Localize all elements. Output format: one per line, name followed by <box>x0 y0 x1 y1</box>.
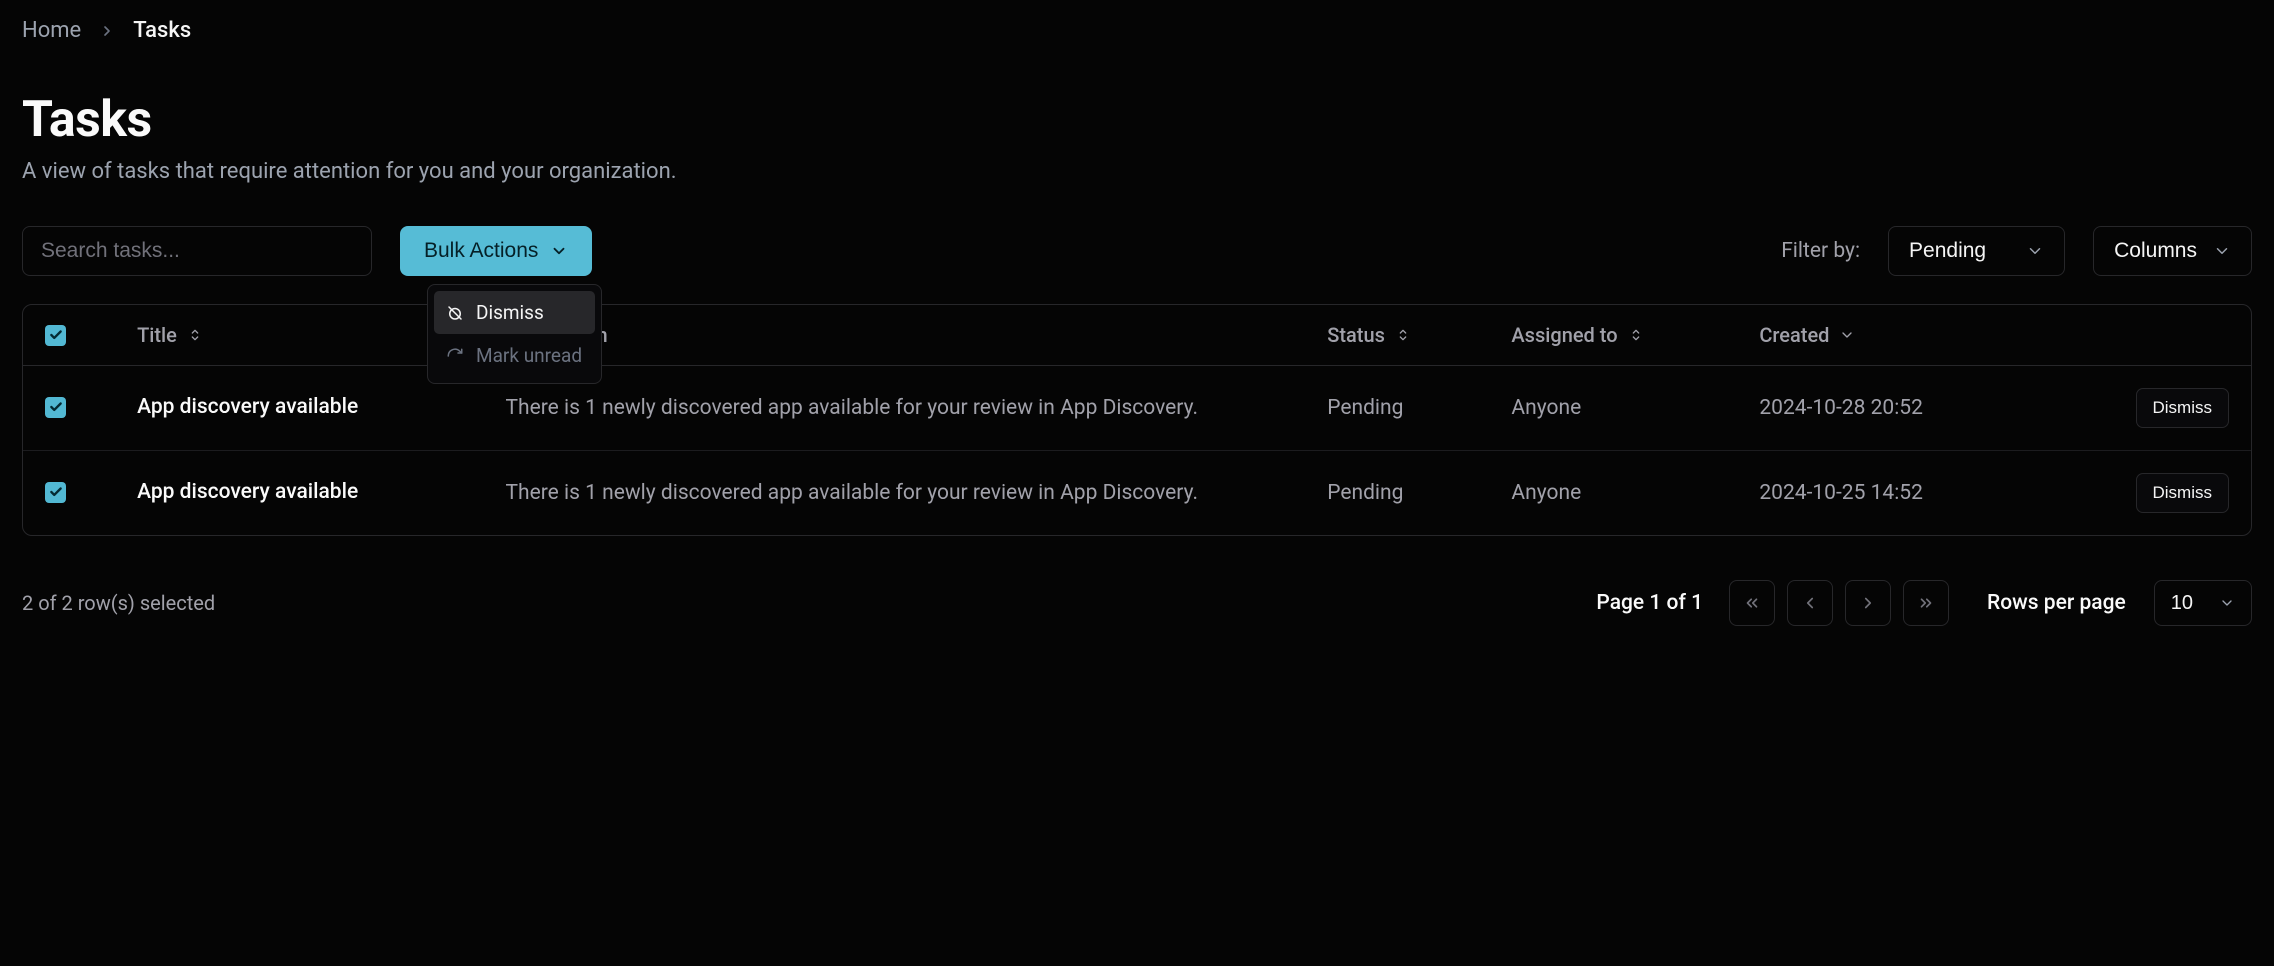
bulk-actions-label: Bulk Actions <box>424 239 538 263</box>
bulk-menu-mark-unread: Mark unread <box>434 334 595 377</box>
sort-icon <box>1628 327 1644 343</box>
chevron-down-icon <box>2213 242 2231 260</box>
table-row[interactable]: App discovery available There is 1 newly… <box>23 451 2251 536</box>
breadcrumb-home[interactable]: Home <box>22 18 81 43</box>
chevron-down-icon <box>2219 595 2235 611</box>
dismiss-button[interactable]: Dismiss <box>2136 388 2230 428</box>
chevron-right-icon <box>99 23 115 39</box>
task-created: 2024-10-28 20:52 <box>1759 396 1923 420</box>
filter-status-value: Pending <box>1909 239 1986 263</box>
rows-per-page-select[interactable]: 10 <box>2154 580 2252 626</box>
select-all-checkbox[interactable] <box>45 325 66 346</box>
column-header-title[interactable]: Title <box>137 323 203 347</box>
sort-icon <box>187 327 203 343</box>
bulk-actions-button[interactable]: Bulk Actions <box>400 226 592 276</box>
chevron-down-icon <box>2026 242 2044 260</box>
columns-button[interactable]: Columns <box>2093 226 2252 276</box>
column-header-created[interactable]: Created <box>1759 323 1855 347</box>
rows-per-page-value: 10 <box>2171 592 2193 615</box>
bulk-menu-dismiss-label: Dismiss <box>476 301 544 324</box>
refresh-icon <box>446 347 464 365</box>
prev-page-button[interactable] <box>1787 580 1833 626</box>
task-status: Pending <box>1327 481 1403 505</box>
rows-per-page-label: Rows per page <box>1987 591 2126 615</box>
toolbar: Bulk Actions Dismiss Mark unread Filter … <box>22 226 2252 276</box>
task-status: Pending <box>1327 396 1403 420</box>
task-description: There is 1 newly discovered app availabl… <box>505 478 1283 508</box>
task-description: There is 1 newly discovered app availabl… <box>505 393 1283 423</box>
page-title: Tasks <box>22 91 2252 149</box>
sort-icon <box>1395 327 1411 343</box>
columns-label: Columns <box>2114 239 2197 263</box>
filter-status-select[interactable]: Pending <box>1888 226 2065 276</box>
task-title: App discovery available <box>137 478 461 507</box>
column-header-status[interactable]: Status <box>1327 323 1411 347</box>
alarm-off-icon <box>446 304 464 322</box>
bulk-menu-dismiss[interactable]: Dismiss <box>434 291 595 334</box>
breadcrumb: Home Tasks <box>22 18 2252 43</box>
search-input[interactable] <box>22 226 372 276</box>
page-indicator: Page 1 of 1 <box>1596 591 1703 615</box>
filter-by-label: Filter by: <box>1781 239 1860 263</box>
tasks-table: Title Description Status <box>22 304 2252 536</box>
chevron-down-icon <box>550 242 568 260</box>
dismiss-button[interactable]: Dismiss <box>2136 473 2230 513</box>
table-footer: 2 of 2 row(s) selected Page 1 of 1 Rows … <box>22 580 2252 626</box>
breadcrumb-current: Tasks <box>133 18 191 43</box>
task-assigned-to: Anyone <box>1511 481 1581 505</box>
last-page-button[interactable] <box>1903 580 1949 626</box>
task-assigned-to: Anyone <box>1511 396 1581 420</box>
bulk-menu-mark-unread-label: Mark unread <box>476 344 582 367</box>
bulk-actions-menu: Dismiss Mark unread <box>427 284 602 384</box>
task-title: App discovery available <box>137 393 461 422</box>
column-header-assigned-to[interactable]: Assigned to <box>1511 323 1643 347</box>
task-created: 2024-10-25 14:52 <box>1759 481 1923 505</box>
next-page-button[interactable] <box>1845 580 1891 626</box>
page-subtitle: A view of tasks that require attention f… <box>22 159 2252 184</box>
table-row[interactable]: App discovery available There is 1 newly… <box>23 366 2251 451</box>
first-page-button[interactable] <box>1729 580 1775 626</box>
chevron-down-icon <box>1839 327 1855 343</box>
row-checkbox[interactable] <box>45 482 66 503</box>
selection-count: 2 of 2 row(s) selected <box>22 591 215 615</box>
row-checkbox[interactable] <box>45 397 66 418</box>
